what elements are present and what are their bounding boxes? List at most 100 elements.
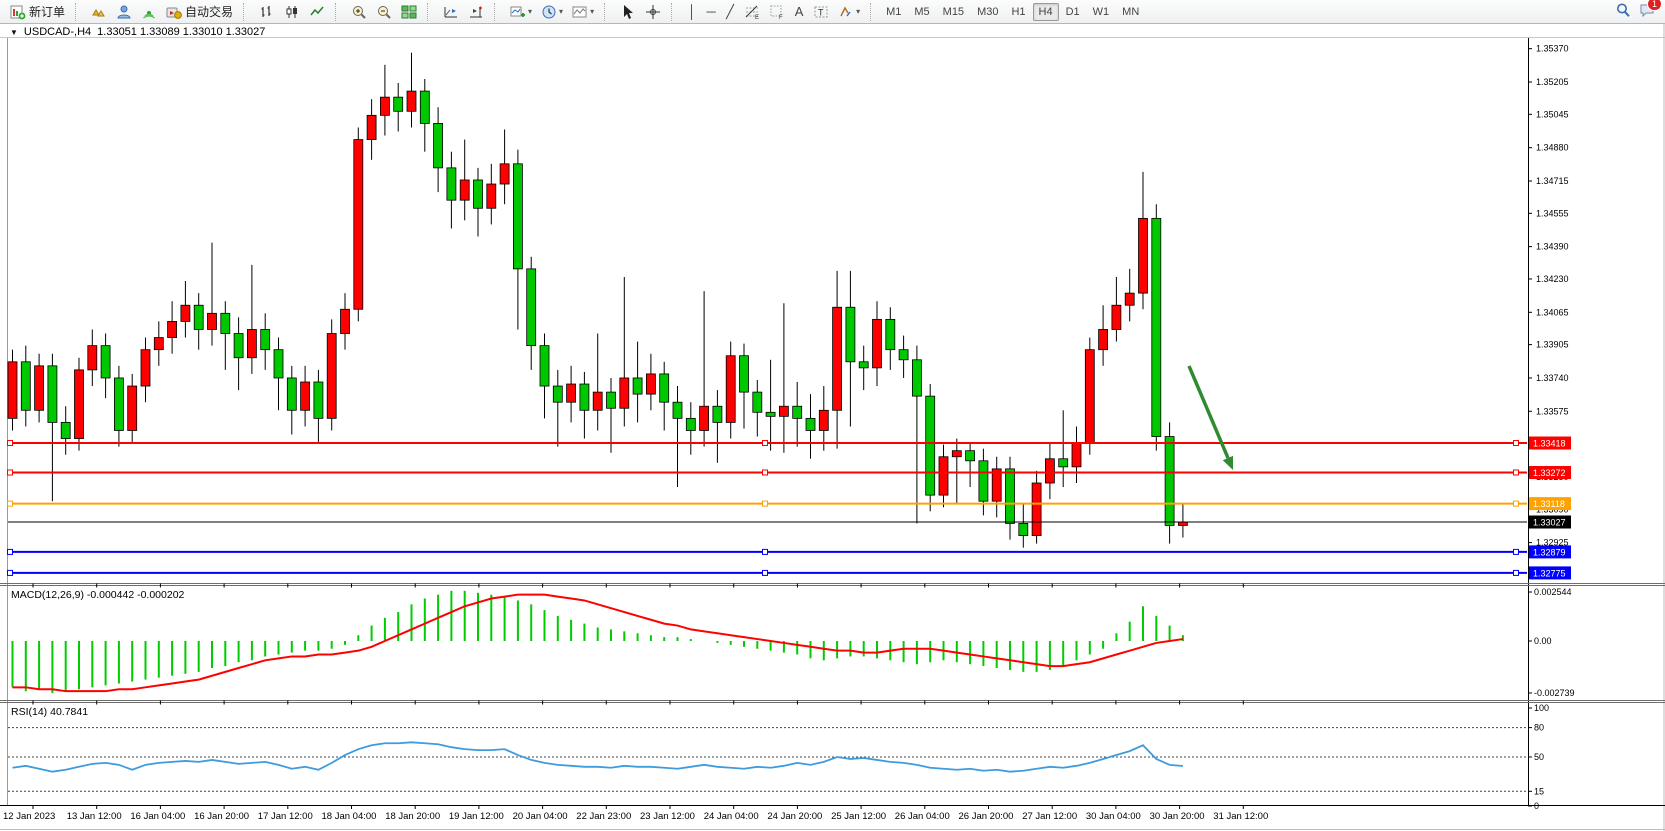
candle — [992, 469, 1001, 501]
candle — [1072, 443, 1081, 467]
candle — [899, 350, 908, 360]
svg-text:1.35045: 1.35045 — [1536, 109, 1569, 119]
svg-text:80: 80 — [1534, 723, 1544, 733]
candle — [114, 378, 123, 431]
macd-name: MACD(12,26,9) — [11, 589, 84, 601]
hline-handle[interactable] — [763, 549, 768, 554]
candle — [753, 392, 762, 412]
candle — [567, 384, 576, 402]
candle — [407, 91, 416, 111]
candle — [779, 406, 788, 416]
hline-handle[interactable] — [763, 570, 768, 575]
svg-text:1.33575: 1.33575 — [1536, 406, 1569, 416]
candle — [806, 418, 815, 430]
candle — [726, 356, 735, 423]
candle — [1099, 329, 1108, 349]
candle — [1032, 483, 1041, 536]
svg-text:1.33118: 1.33118 — [1533, 499, 1565, 509]
hline-handle[interactable] — [1514, 441, 1519, 446]
candle — [487, 184, 496, 208]
svg-text:1.33272: 1.33272 — [1533, 468, 1566, 478]
hline-handle[interactable] — [8, 470, 13, 475]
candle — [646, 374, 655, 394]
svg-text:22 Jan 23:00: 22 Jan 23:00 — [576, 811, 631, 822]
svg-text:1.35205: 1.35205 — [1536, 77, 1569, 87]
candle — [354, 140, 363, 310]
candle — [833, 307, 842, 410]
hline-handle[interactable] — [763, 441, 768, 446]
svg-text:18 Jan 04:00: 18 Jan 04:00 — [322, 811, 377, 822]
candle — [700, 406, 709, 430]
candle — [75, 370, 84, 439]
svg-text:16 Jan 04:00: 16 Jan 04:00 — [130, 811, 185, 822]
hline-handle[interactable] — [763, 501, 768, 506]
chart-collapse-icon[interactable]: ▼ — [10, 28, 18, 37]
candle — [154, 338, 163, 350]
candle — [1139, 218, 1148, 293]
hline-handle[interactable] — [1514, 470, 1519, 475]
svg-text:1.34555: 1.34555 — [1536, 208, 1569, 218]
hline-handle[interactable] — [8, 549, 13, 554]
candle — [859, 362, 868, 368]
hline-handle[interactable] — [763, 470, 768, 475]
svg-text:30 Jan 20:00: 30 Jan 20:00 — [1150, 811, 1205, 822]
candle — [234, 334, 243, 358]
candle — [1006, 469, 1015, 524]
candle — [1165, 437, 1174, 526]
candle — [540, 346, 549, 386]
candle — [261, 329, 270, 349]
svg-text:30 Jan 04:00: 30 Jan 04:00 — [1086, 811, 1141, 822]
candle — [128, 386, 137, 430]
hline-handle[interactable] — [8, 570, 13, 575]
svg-text:1.33027: 1.33027 — [1533, 518, 1566, 528]
svg-text:16 Jan 20:00: 16 Jan 20:00 — [194, 811, 249, 822]
svg-text:26 Jan 20:00: 26 Jan 20:00 — [959, 811, 1014, 822]
svg-text:26 Jan 04:00: 26 Jan 04:00 — [895, 811, 950, 822]
candle — [633, 378, 642, 394]
candle — [713, 406, 722, 422]
candle — [420, 91, 429, 123]
hline-handle[interactable] — [1514, 501, 1519, 506]
svg-text:19 Jan 12:00: 19 Jan 12:00 — [449, 811, 504, 822]
svg-text:1.33740: 1.33740 — [1536, 373, 1569, 383]
candle — [314, 382, 323, 418]
svg-text:27 Jan 12:00: 27 Jan 12:00 — [1022, 811, 1077, 822]
candle — [673, 402, 682, 418]
hline-handle[interactable] — [1514, 549, 1519, 554]
candle — [394, 97, 403, 111]
candle — [979, 461, 988, 501]
candle — [447, 168, 456, 200]
chart-canvas[interactable]: 1.353701.352051.350451.348801.347151.345… — [0, 0, 1665, 831]
candle — [194, 305, 203, 329]
macd-values: -0.000442 -0.000202 — [87, 589, 185, 601]
macd-label: MACD(12,26,9) -0.000442 -0.000202 — [11, 589, 184, 601]
hline-handle[interactable] — [8, 501, 13, 506]
svg-text:15: 15 — [1534, 786, 1544, 796]
candle — [939, 457, 948, 495]
candle — [500, 164, 509, 184]
candle — [766, 412, 775, 416]
candle — [527, 269, 536, 346]
candle — [873, 319, 882, 367]
candle — [886, 319, 895, 349]
candle — [434, 123, 443, 167]
terminal-window: 新订单 自动交易 — [0, 0, 1665, 831]
svg-text:13 Jan 12:00: 13 Jan 12:00 — [67, 811, 122, 822]
candle — [553, 386, 562, 402]
candle — [21, 362, 30, 410]
svg-text:23 Jan 12:00: 23 Jan 12:00 — [640, 811, 695, 822]
hline-handle[interactable] — [1514, 570, 1519, 575]
candle — [221, 313, 230, 333]
candle — [208, 313, 217, 329]
candle — [686, 418, 695, 430]
svg-text:-0.002739: -0.002739 — [1534, 688, 1575, 698]
candle — [35, 366, 44, 410]
candle — [168, 321, 177, 337]
rsi-label: RSI(14) 40.7841 — [11, 706, 88, 718]
candle — [952, 451, 961, 457]
hline-handle[interactable] — [8, 441, 13, 446]
svg-text:24 Jan 04:00: 24 Jan 04:00 — [704, 811, 759, 822]
svg-text:1.34390: 1.34390 — [1536, 242, 1569, 252]
candle — [513, 164, 522, 269]
rsi-name: RSI(14) — [11, 706, 47, 718]
